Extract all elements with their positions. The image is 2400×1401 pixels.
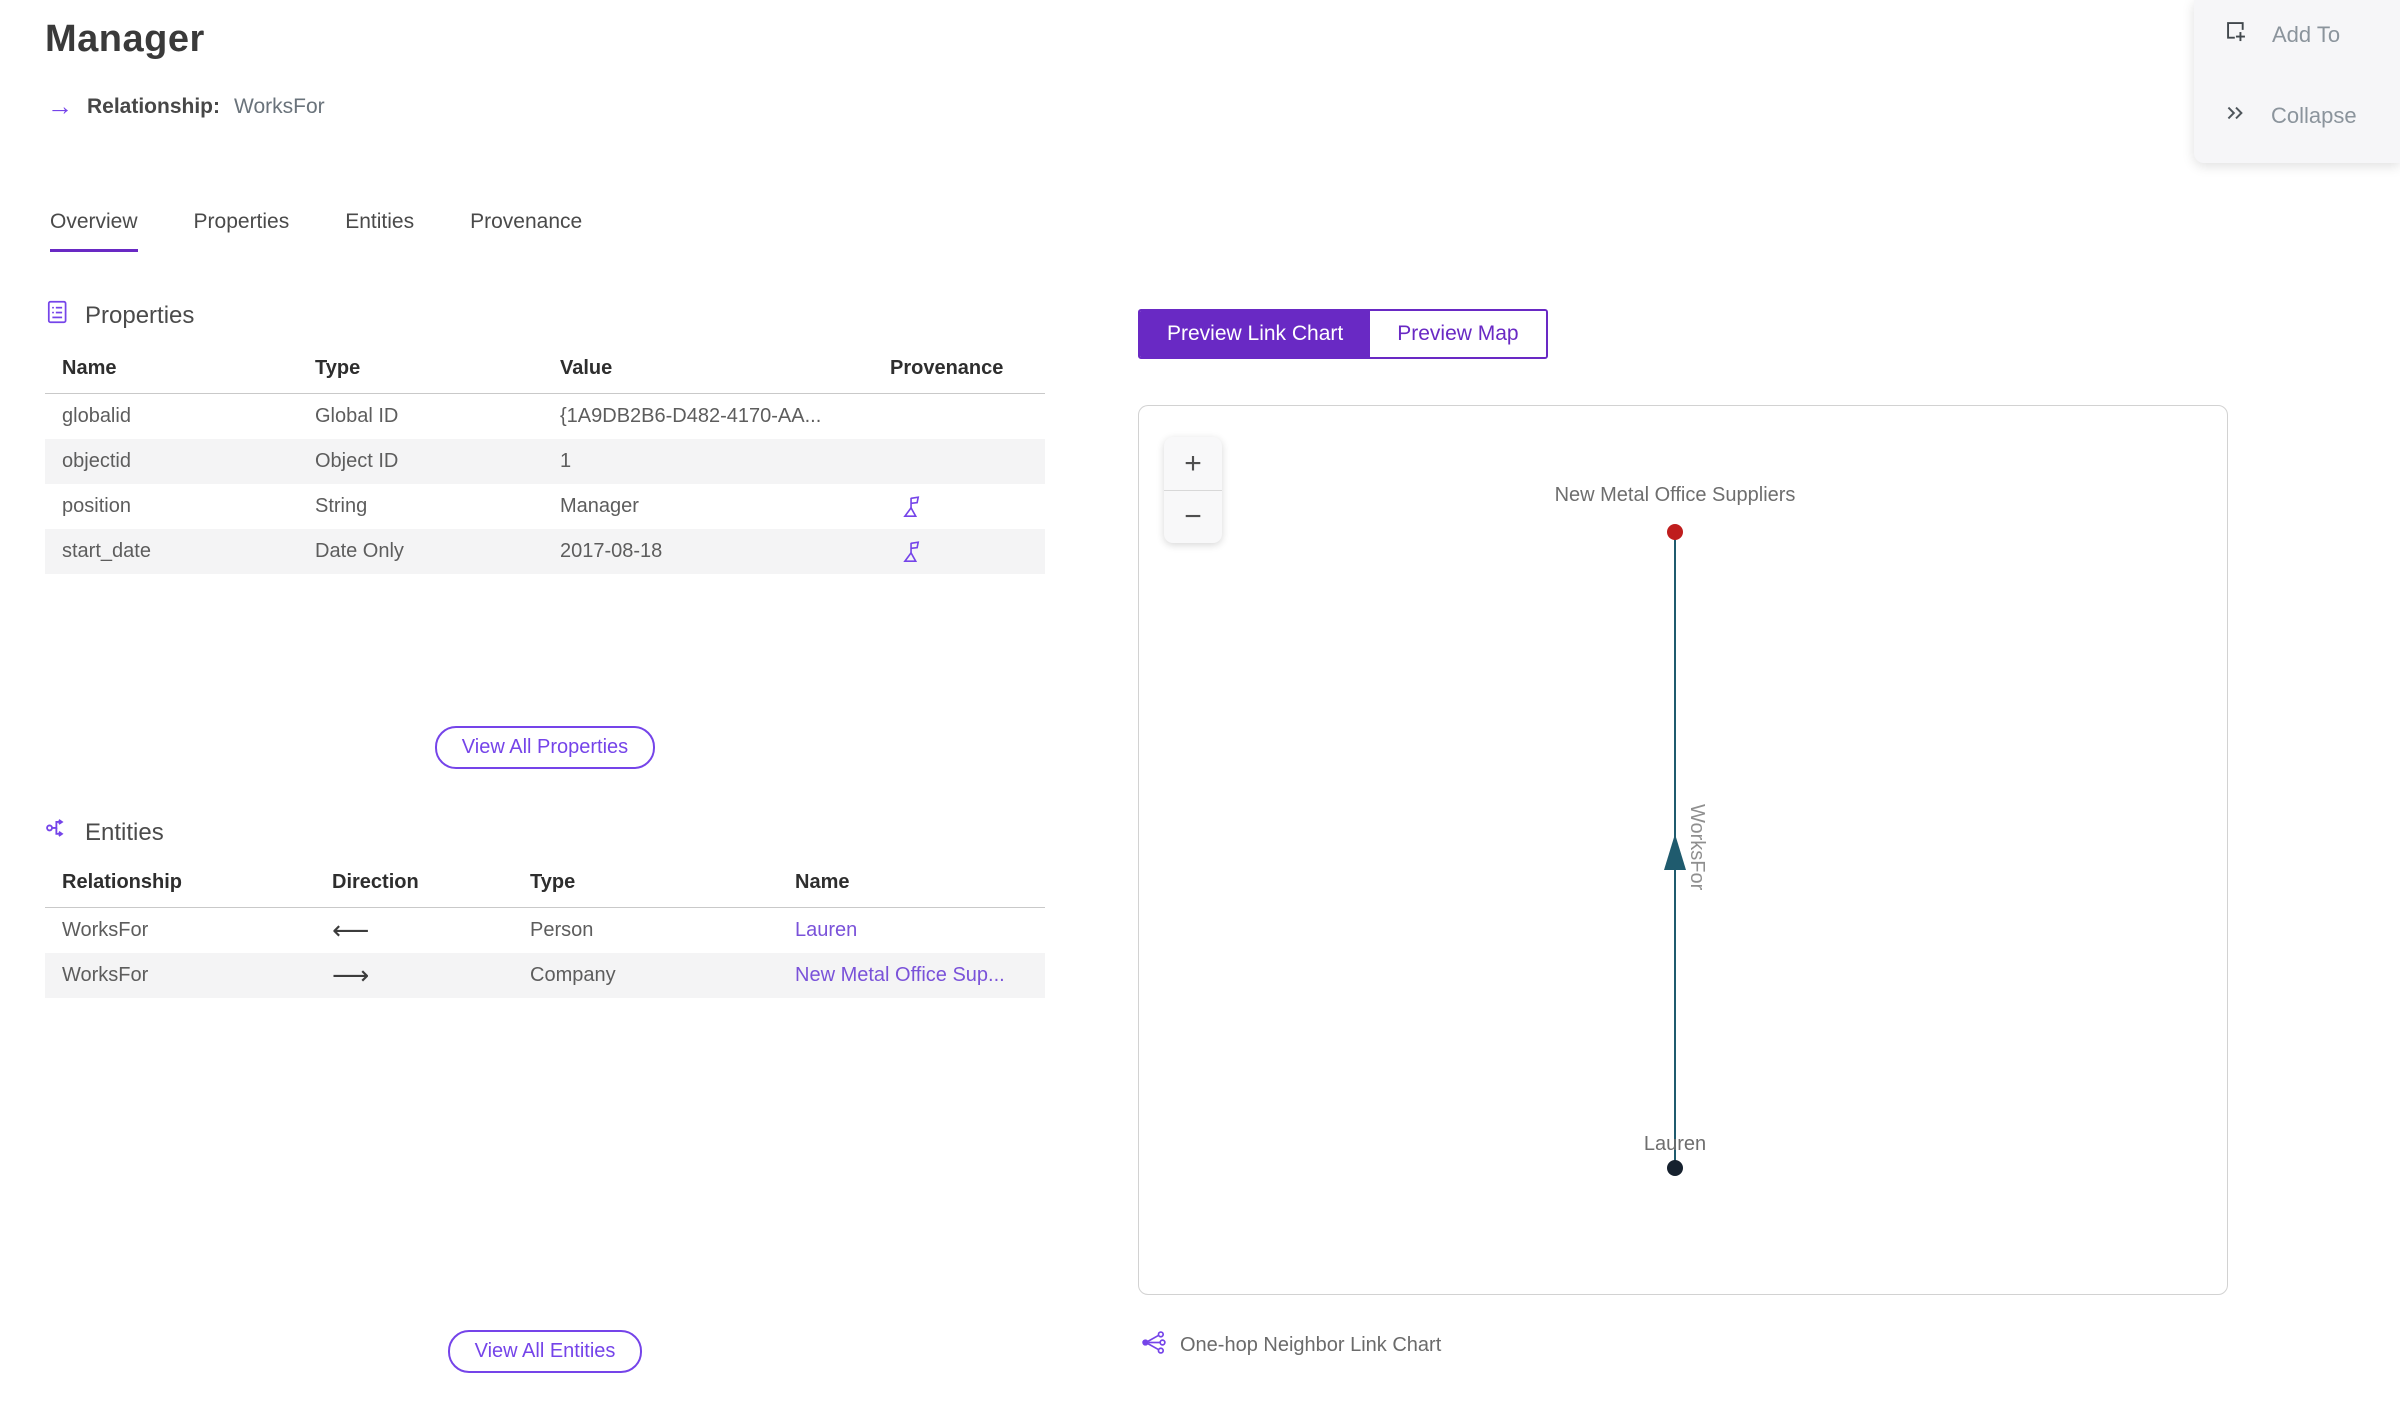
prop-value: 2017-08-18 [560, 540, 663, 562]
edge-arrowhead-icon [1664, 834, 1686, 870]
entity-type: Company [530, 964, 616, 986]
prop-type: String [315, 495, 368, 517]
tab-bar: Overview Properties Entities Provenance [50, 210, 582, 252]
properties-section-header: Properties [45, 299, 194, 332]
entity-details-page: Add To Collapse Manager → Relationship: … [0, 0, 2400, 1401]
entity-name-link[interactable]: Lauren [795, 919, 1045, 942]
edge-label: WorksFor [1686, 804, 1708, 891]
zoom-in-button[interactable]: + [1164, 437, 1222, 490]
prop-name: globalid [62, 405, 131, 427]
zoom-out-button[interactable]: − [1164, 490, 1222, 543]
prop-value: Manager [560, 495, 639, 517]
prop-type: Object ID [315, 450, 399, 472]
page-title: Manager [45, 18, 205, 60]
view-all-properties-button[interactable]: View All Properties [434, 726, 656, 769]
tab-properties[interactable]: Properties [194, 210, 290, 252]
chart-caption: One-hop Neighbor Link Chart [1140, 1329, 1441, 1362]
entities-table-header: Relationship Direction Type Name [45, 871, 1045, 908]
prop-value: 1 [560, 450, 572, 472]
node-label-bottom: Lauren [1643, 1133, 1707, 1155]
col-name: Name [62, 357, 117, 379]
entities-table: Relationship Direction Type Name WorksFo… [45, 871, 1045, 998]
double-chevron-right-icon [2223, 100, 2249, 132]
entity-name-link[interactable]: New Metal Office Sup... [795, 964, 1045, 987]
entity-type: Person [530, 919, 594, 941]
table-row: WorksFor ⟵ Person Lauren [45, 908, 1045, 953]
add-to-icon [2223, 18, 2250, 51]
properties-table: Name Type Value Provenance globalid Glob… [45, 357, 1045, 574]
table-row: start_date Date Only 2017-08-18 [45, 529, 1045, 574]
col-name: Name [795, 871, 850, 893]
table-row: objectid Object ID 1 [45, 439, 1045, 484]
chart-caption-text: One-hop Neighbor Link Chart [1180, 1334, 1442, 1356]
add-to-button[interactable]: Add To [2223, 18, 2340, 51]
prop-name: start_date [62, 540, 151, 562]
tab-provenance[interactable]: Provenance [470, 210, 582, 252]
col-type: Type [530, 871, 576, 893]
col-value: Value [560, 357, 613, 379]
direction-left-arrow-icon: ⟵ [332, 915, 370, 945]
provenance-flag-icon[interactable] [890, 494, 1045, 520]
tab-entities[interactable]: Entities [345, 210, 414, 252]
floating-actions-panel: Add To Collapse [2194, 0, 2400, 163]
preview-link-chart-button[interactable]: Preview Link Chart [1140, 311, 1371, 357]
preview-map-button[interactable]: Preview Map [1370, 311, 1546, 357]
relationship-subtitle: → Relationship: WorksFor [47, 91, 325, 121]
entity-relationship: WorksFor [62, 964, 149, 986]
collapse-button[interactable]: Collapse [2223, 100, 2357, 132]
relationship-label: Relationship: [87, 95, 221, 118]
view-all-entities-button[interactable]: View All Entities [447, 1330, 643, 1373]
prop-type: Global ID [315, 405, 399, 427]
provenance-flag-icon[interactable] [890, 539, 1045, 565]
table-row: globalid Global ID {1A9DB2B6-D482-4170-A… [45, 394, 1045, 439]
node-company[interactable] [1667, 524, 1683, 540]
properties-table-header: Name Type Value Provenance [45, 357, 1045, 394]
table-row: WorksFor ⟶ Company New Metal Office Sup.… [45, 953, 1045, 998]
one-hop-network-icon [1140, 1329, 1167, 1362]
properties-section-title: Properties [85, 301, 195, 329]
relationship-arrow-icon: → [47, 91, 73, 121]
link-chart-panel: + − WorksFor New Metal Office Suppliers … [1138, 405, 2228, 1295]
node-person[interactable] [1667, 1160, 1683, 1176]
entities-section-title: Entities [85, 818, 164, 846]
col-type: Type [315, 357, 361, 379]
col-provenance: Provenance [890, 357, 1004, 379]
entities-section-header: Entities [45, 816, 164, 849]
node-label-top: New Metal Office Suppliers [1554, 484, 1796, 506]
prop-name: position [62, 495, 131, 517]
col-relationship: Relationship [62, 871, 183, 893]
prop-type: Date Only [315, 540, 404, 562]
tab-overview[interactable]: Overview [50, 210, 138, 252]
form-icon [45, 299, 71, 332]
col-direction: Direction [332, 871, 419, 893]
link-chart-icon [45, 816, 71, 849]
table-row: position String Manager [45, 484, 1045, 529]
entity-relationship: WorksFor [62, 919, 149, 941]
collapse-label: Collapse [2271, 103, 2357, 128]
prop-name: objectid [62, 450, 131, 472]
zoom-control: + − [1164, 437, 1222, 543]
add-to-label: Add To [2272, 21, 2341, 47]
prop-value: {1A9DB2B6-D482-4170-AA... [560, 405, 822, 427]
relationship-value: WorksFor [234, 95, 325, 118]
direction-right-arrow-icon: ⟶ [332, 960, 370, 990]
preview-toggle: Preview Link Chart Preview Map [1138, 309, 1548, 359]
